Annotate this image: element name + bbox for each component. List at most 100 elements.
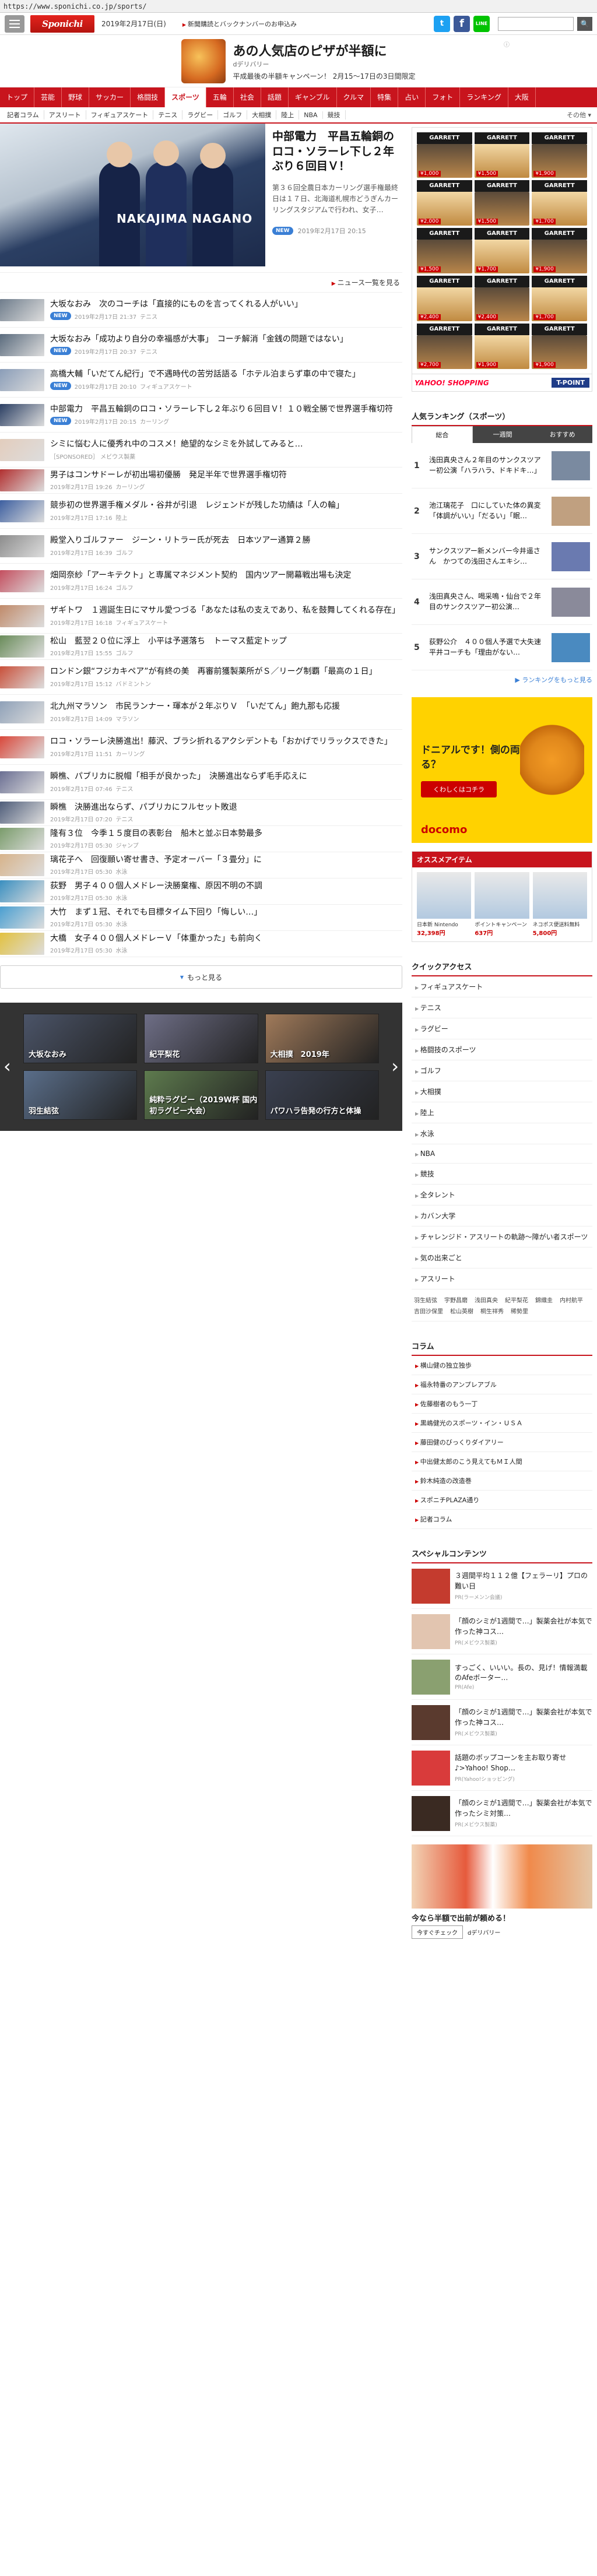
- column-item[interactable]: 鈴木純造の改造巻: [412, 1471, 592, 1491]
- ad-product[interactable]: GARRETT ¥2,400: [474, 276, 530, 321]
- article-title[interactable]: ロコ・ソラーレ決勝進出！藤沢、ブラシ折れるアクシデントも「おかげでリラックスでき…: [50, 736, 402, 747]
- nav-item-0[interactable]: トップ: [0, 87, 35, 107]
- ad-product[interactable]: GARRETT ¥1,500: [417, 228, 472, 273]
- article-row[interactable]: シミに悩む人に優秀れ中のコスメ！絶望的なシミを外試してみると… ［SPONSORE…: [0, 433, 402, 468]
- ranking-text[interactable]: 浅田真央さん、喝采鳴・仙台で２年目のサンクスツアー初公演…: [429, 592, 547, 612]
- nav-item-12[interactable]: 占い: [398, 87, 426, 107]
- hero-article[interactable]: NAKAJIMA NAGANO 中部電力 平昌五輪銅のロコ・ソラーレ下し２年ぶり…: [0, 124, 402, 273]
- subnav-item-1[interactable]: アスリート: [44, 110, 86, 120]
- nav-item-15[interactable]: 大阪: [508, 87, 536, 107]
- quick-access-item[interactable]: ラグビー: [412, 1018, 592, 1039]
- subnav-item-7[interactable]: 陸上: [276, 110, 300, 120]
- article-row[interactable]: 競歩初の世界選手権メダル・谷井が引退 レジェンドが残した功績は「人の輪」 2019…: [0, 494, 402, 529]
- article-title[interactable]: 荻野 男子４００個人メドレー決勝棄権、原因不明の不調: [50, 881, 402, 891]
- nav-item-13[interactable]: フォト: [426, 87, 461, 107]
- article-row[interactable]: 大坂なおみ 次のコーチは「直接的にものを言ってくれる人がいい」 NEW 2019年2…: [0, 293, 402, 328]
- tag-link[interactable]: 紀平梨花: [505, 1295, 528, 1304]
- subnav-item-3[interactable]: テニス: [153, 110, 183, 120]
- article-row[interactable]: ザギトワ １週誕生日にマサル愛つづる「あなたは私の支えであり、私を鼓舞してくれる…: [0, 599, 402, 634]
- ad-product[interactable]: GARRETT ¥1,900: [532, 324, 587, 369]
- subnav-item-5[interactable]: ゴルフ: [218, 110, 248, 120]
- item-card[interactable]: ネコポス便送料無料 5,800円: [532, 872, 587, 937]
- gallery-item[interactable]: 紀平梨花: [144, 1014, 258, 1063]
- line-icon[interactable]: LINE: [473, 15, 490, 32]
- gallery-prev-icon[interactable]: ‹: [3, 1055, 11, 1077]
- quick-access-item[interactable]: カバン大学: [412, 1206, 592, 1227]
- docomo-ad[interactable]: ドニアルです！側の両案の形しってる？ くわしくはコチラ docomo: [412, 697, 592, 843]
- special-text[interactable]: 「顔のシミが1週間で…」製薬会社が本気で作ったシミ対策…: [455, 1798, 592, 1819]
- ad-product[interactable]: GARRETT ¥1,700: [474, 228, 530, 273]
- ad-product[interactable]: GARRETT ¥1,900: [474, 324, 530, 369]
- tag-link[interactable]: 桐生祥秀: [480, 1306, 504, 1315]
- ad-product[interactable]: GARRETT ¥1,700: [532, 276, 587, 321]
- hamburger-menu-icon[interactable]: [5, 15, 24, 33]
- ranking-tab-1[interactable]: 一週間: [472, 426, 533, 443]
- tag-link[interactable]: 吉田沙保里: [414, 1306, 443, 1315]
- special-item[interactable]: 「顔のシミが1週間で…」製薬会社が本気で作ったシミ対策… PR(メビウス製薬): [412, 1791, 592, 1836]
- article-row[interactable]: 大橋 女子４００個人メドレーＶ「体重かった」も前向く 2019年2月17日 05:…: [0, 931, 402, 957]
- subnav-item-4[interactable]: ラグビー: [182, 110, 219, 120]
- nav-item-14[interactable]: ランキング: [460, 87, 508, 107]
- item-card[interactable]: ポイントキャンペーン 637円: [475, 872, 529, 937]
- subnav-more[interactable]: その他 ▾: [567, 110, 595, 120]
- column-item[interactable]: 黒嶋健光のスポーツ・イン・ＵＳＡ: [412, 1414, 592, 1433]
- nav-item-7[interactable]: 社会: [234, 87, 261, 107]
- ranking-item[interactable]: 4 浅田真央さん、喝采鳴・仙台で２年目のサンクスツアー初公演…: [412, 579, 592, 625]
- column-item[interactable]: 藤田健のびっくりダイアリー: [412, 1433, 592, 1452]
- ranking-text[interactable]: サンクスツアー新メンバー今井遥さん かつての浅田さんエキシ…: [429, 546, 547, 567]
- article-row[interactable]: 大坂なおみ「成功より自分の幸福感が大事」 コーチ解消「金銭の問題ではない」 NEW…: [0, 328, 402, 363]
- nav-item-9[interactable]: ギャンブル: [289, 87, 337, 107]
- article-title[interactable]: 大坂なおみ 次のコーチは「直接的にものを言ってくれる人がいい」: [50, 299, 402, 310]
- tag-link[interactable]: 内村航平: [560, 1295, 583, 1304]
- article-row[interactable]: 殿堂入りゴルファー ジーン・リトラー氏が死去 日本ツアー通算２勝 2019年2月1…: [0, 529, 402, 564]
- ranking-tab-0[interactable]: 総合: [412, 426, 473, 443]
- tag-link[interactable]: 宇野昌磨: [444, 1295, 468, 1304]
- special-text[interactable]: 「顔のシミが1週間で…」製薬会社が本気で作った神コス…: [455, 1707, 592, 1728]
- article-title[interactable]: 璃花子へ 回復願い寄せ書き、予定オーバー「３畳分」に: [50, 855, 402, 865]
- ad-info-icon[interactable]: ⓘ: [504, 40, 510, 48]
- twitter-icon[interactable]: t: [434, 15, 450, 32]
- search-button[interactable]: 🔍: [577, 16, 592, 31]
- ranking-item[interactable]: 3 サンクスツアー新メンバー今井遥さん かつての浅田さんエキシ…: [412, 534, 592, 579]
- gallery-item[interactable]: 純粋ラグビー（2019W杯 国内初ラグビー大会）: [144, 1070, 258, 1120]
- ad-product[interactable]: GARRETT ¥1,900: [532, 132, 587, 178]
- special-item[interactable]: 「顔のシミが1週間で…」製薬会社が本気で作った神コス… PR(メビウス製薬): [412, 1700, 592, 1745]
- nav-item-8[interactable]: 話題: [261, 87, 289, 107]
- ad-product[interactable]: GARRETT ¥1,900: [532, 228, 587, 273]
- article-title[interactable]: シミに悩む人に優秀れ中のコスメ！絶望的なシミを外試してみると…: [50, 439, 402, 449]
- article-title[interactable]: ザギトワ １週誕生日にマサル愛つづる「あなたは私の支えであり、私を鼓舞してくれる…: [50, 605, 402, 616]
- nav-item-2[interactable]: 野球: [62, 87, 90, 107]
- subnav-item-2[interactable]: フィギュアスケート: [86, 110, 154, 120]
- ranking-item[interactable]: 2 池江璃花子 口にしていた体の異変「体調がいい」「だるい」「眠…: [412, 489, 592, 534]
- article-title[interactable]: 大竹 まず１冠、それでも目標タイム下回り「悔しい…」: [50, 907, 402, 918]
- column-item[interactable]: 中出健太郎のこう見えてもＭＩ人間: [412, 1452, 592, 1471]
- article-title[interactable]: 殿堂入りゴルファー ジーン・リトラー氏が死去 日本ツアー通算２勝: [50, 535, 402, 546]
- search-input[interactable]: [498, 16, 574, 31]
- article-title[interactable]: 大橋 女子４００個人メドレーＶ「体重かった」も前向く: [50, 933, 402, 944]
- gallery-item[interactable]: 羽生結弦: [23, 1070, 138, 1120]
- subnav-item-9[interactable]: 競技: [323, 110, 346, 120]
- article-row[interactable]: ロンドン銀“フジカキペア”が有終の美 再審前獲製薬所がＳ／リーグ制覇「最高の１日…: [0, 660, 402, 695]
- article-title[interactable]: 隆有３位 今季１５度目の表彰台 船木と並ぶ日本勢最多: [50, 828, 402, 839]
- column-item[interactable]: 横山健の独立独歩: [412, 1356, 592, 1375]
- nav-item-11[interactable]: 特集: [371, 87, 399, 107]
- article-title[interactable]: 中部電力 平昌五輪銅のロコ・ソラーレ下し２年ぶり６回目Ｖ！１０戦全勝で世界選手権…: [50, 404, 402, 414]
- article-row[interactable]: 松山 藍翌２０位に浮上 小平は予選落ち トーマス藍定トップ 2019年2月17日 …: [0, 634, 402, 660]
- article-title[interactable]: 瞬樵、パブリカに脱帽「相手が良かった」 決勝進出ならず毛手応えに: [50, 771, 402, 782]
- nav-item-1[interactable]: 芸能: [34, 87, 62, 107]
- ranking-item[interactable]: 5 荻野公介 ４００個人予選で大失速 平井コーチも「理由がない…: [412, 625, 592, 670]
- quick-access-item[interactable]: ゴルフ: [412, 1060, 592, 1081]
- docomo-cta[interactable]: くわしくはコチラ: [421, 781, 497, 797]
- hero-title[interactable]: 中部電力 平昌五輪銅のロコ・ソラーレ下し２年ぶり６回目Ｖ！: [272, 129, 402, 174]
- facebook-icon[interactable]: f: [454, 15, 470, 32]
- yahoo-shopping-row[interactable]: YAHOO! SHOPPING T-POINT: [412, 374, 592, 392]
- article-title[interactable]: 瞬樵 決勝進出ならず、パブリカにフルセット敗退: [50, 802, 402, 813]
- article-title[interactable]: 北九州マラソン 市民ランナー・琿本が２年ぶりＶ 「いだてん」飽九那も応援: [50, 701, 402, 712]
- special-item[interactable]: 「顔のシミが1週間で…」製薬会社が本気で作った神コス… PR(メビウス製薬): [412, 1609, 592, 1654]
- ad-product[interactable]: GARRETT ¥2,000: [417, 180, 472, 226]
- article-row[interactable]: 中部電力 平昌五輪銅のロコ・ソラーレ下し２年ぶり６回目Ｖ！１０戦全勝で世界選手権…: [0, 398, 402, 433]
- article-row[interactable]: 荻野 男子４００個人メドレー決勝棄権、原因不明の不調 2019年2月17日 05:…: [0, 878, 402, 905]
- column-item[interactable]: 記者コラム: [412, 1510, 592, 1529]
- ad-product[interactable]: GARRETT ¥2,700: [417, 324, 472, 369]
- ranking-text[interactable]: 浅田真央さん２年目のサンクスツアー初公演「ハラハラ、ドキドキ…」: [429, 455, 547, 476]
